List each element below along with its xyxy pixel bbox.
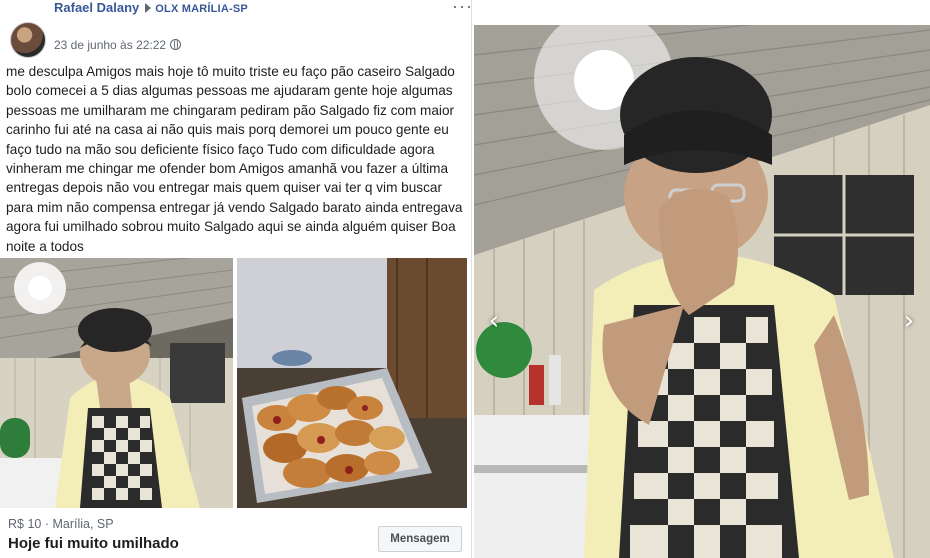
author-name[interactable]: Rafael Dalany [54, 0, 139, 15]
post-timestamp-line: 23 de junho às 22:22 [54, 38, 182, 52]
listing-info: R$ 10 · Marília, SP Hoje fui muito umilh… [0, 508, 471, 558]
message-button[interactable]: Mensagem [378, 526, 462, 552]
post-header: Rafael Dalany OLX MARÍLIA-SP ··· 23 de ju… [6, 0, 471, 60]
author-line: Rafael Dalany OLX MARÍLIA-SP [54, 0, 248, 17]
more-dots-icon[interactable]: ··· [452, 0, 471, 17]
post-card: Rafael Dalany OLX MARÍLIA-SP ··· 23 de ju… [0, 0, 472, 558]
avatar[interactable] [10, 22, 46, 58]
globe-icon [170, 39, 182, 50]
post-photos [0, 258, 471, 508]
chevron-right-icon[interactable]: › [896, 302, 922, 342]
chevron-left-icon[interactable]: ‹ [481, 302, 507, 342]
group-name[interactable]: OLX MARÍLIA-SP [155, 3, 248, 15]
price-location: R$ 10 · Marília, SP [8, 517, 114, 531]
photo-viewer-image[interactable] [474, 25, 930, 558]
photo-man-apron[interactable] [0, 258, 233, 508]
arrow-right-icon [145, 3, 152, 13]
post-text: me desculpa Amigos mais hoje tô muito tr… [6, 64, 463, 254]
post-timestamp[interactable]: 23 de junho às 22:22 [54, 38, 166, 52]
listing-title[interactable]: Hoje fui muito umilhado [8, 535, 179, 552]
photo-salgados-tray[interactable] [237, 258, 467, 508]
